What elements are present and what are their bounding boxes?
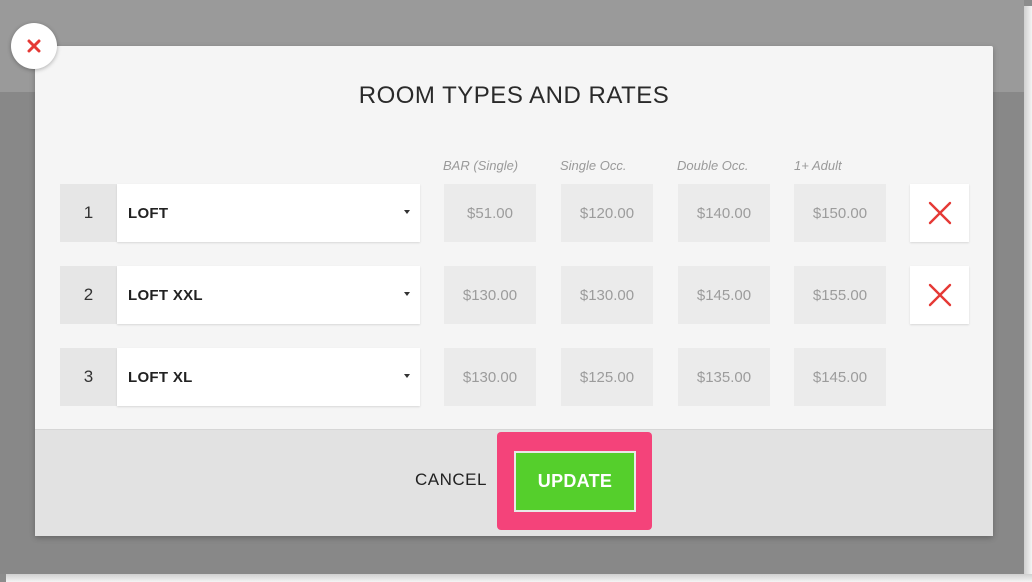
cancel-button[interactable]: CANCEL — [405, 470, 497, 494]
rate-adult-field[interactable]: $155.00 — [794, 266, 886, 324]
room-type-select[interactable]: LOFT XL — [117, 348, 420, 406]
delete-x-icon — [928, 283, 951, 307]
modal-title: ROOM TYPES AND RATES — [358, 82, 670, 109]
row-number: 2 — [60, 266, 117, 324]
chevron-down-icon — [404, 374, 410, 378]
room-type-value: LOFT XXL — [128, 286, 203, 304]
delete-row-button[interactable] — [910, 184, 969, 242]
update-button[interactable]: UPDATE — [514, 451, 636, 512]
row-number: 1 — [60, 184, 117, 242]
delete-row-button[interactable] — [910, 266, 969, 324]
rate-double-occ-field[interactable]: $145.00 — [678, 266, 770, 324]
rate-single-occ-field[interactable]: $120.00 — [561, 184, 653, 242]
chevron-down-icon — [404, 292, 410, 296]
row-number: 3 — [60, 348, 117, 406]
rate-bar-single-field[interactable]: $130.00 — [444, 348, 536, 406]
close-modal-button[interactable] — [11, 23, 57, 69]
delete-x-icon — [928, 201, 951, 225]
room-type-value: LOFT XL — [128, 368, 193, 386]
room-type-select[interactable]: LOFT — [117, 184, 420, 242]
chevron-down-icon — [404, 210, 410, 214]
rate-double-occ-field[interactable]: $135.00 — [678, 348, 770, 406]
rate-double-occ-field[interactable]: $140.00 — [678, 184, 770, 242]
rate-adult-field[interactable]: $145.00 — [794, 348, 886, 406]
screenshot-shadow-bottom — [6, 574, 1032, 582]
column-header-adult: 1+ Adult — [794, 158, 842, 173]
close-x-icon — [27, 39, 41, 53]
rate-single-occ-field[interactable]: $130.00 — [561, 266, 653, 324]
rate-bar-single-field[interactable]: $51.00 — [444, 184, 536, 242]
room-type-select[interactable]: LOFT XXL — [117, 266, 420, 324]
column-header-bar-single: BAR (Single) — [443, 158, 519, 173]
rate-single-occ-field[interactable]: $125.00 — [561, 348, 653, 406]
rate-bar-single-field[interactable]: $130.00 — [444, 266, 536, 324]
rate-adult-field[interactable]: $150.00 — [794, 184, 886, 242]
column-header-single-occ: Single Occ. — [560, 158, 627, 173]
column-header-double-occ: Double Occ. — [677, 158, 749, 173]
room-type-value: LOFT — [128, 204, 169, 222]
